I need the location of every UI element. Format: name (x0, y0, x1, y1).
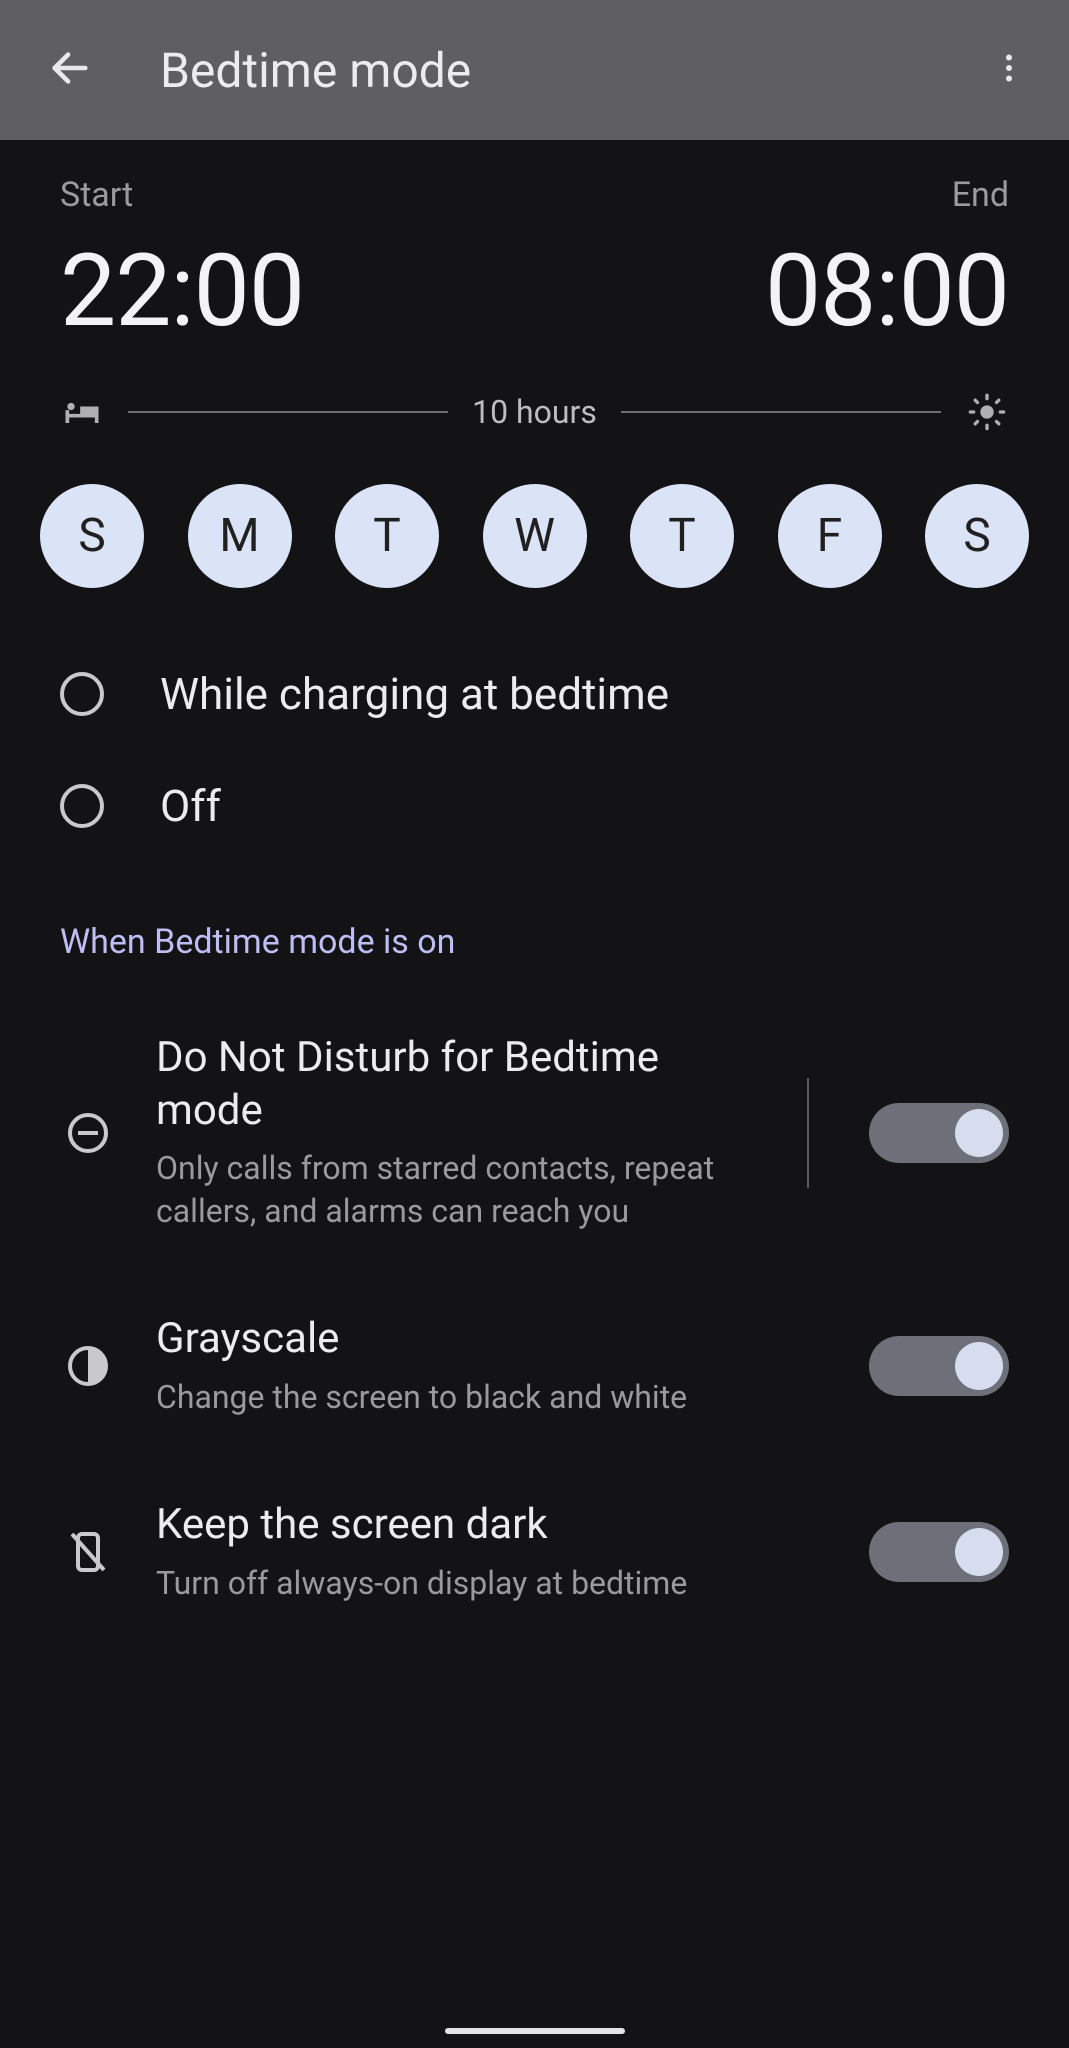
end-label: End (535, 175, 1010, 215)
nav-indicator (445, 2028, 625, 2034)
day-thu[interactable]: T (630, 484, 734, 588)
day-label: T (373, 509, 400, 563)
setting-keep-dark[interactable]: Keep the screen dark Turn off always-on … (0, 1459, 1069, 1645)
day-label: T (668, 509, 695, 563)
end-time-block[interactable]: End 08:00 (535, 175, 1010, 350)
bed-icon (60, 390, 104, 434)
radio-label: Off (160, 780, 221, 832)
days-row: S M T W T F S (0, 464, 1069, 638)
time-row: Start 22:00 End 08:00 (0, 140, 1069, 350)
day-mon[interactable]: M (188, 484, 292, 588)
end-value: 08:00 (535, 233, 1010, 350)
setting-desc: Only calls from starred contacts, repeat… (156, 1147, 716, 1233)
start-time-block[interactable]: Start 22:00 (60, 175, 535, 350)
day-fri[interactable]: F (778, 484, 882, 588)
phone-off-icon (60, 1524, 116, 1580)
day-label: S (78, 509, 105, 563)
day-label: M (219, 509, 259, 563)
radio-icon (60, 672, 104, 716)
dnd-toggle[interactable] (869, 1103, 1009, 1163)
setting-desc: Change the screen to black and white (156, 1376, 716, 1419)
grayscale-toggle[interactable] (869, 1336, 1009, 1396)
more-vert-icon (991, 50, 1027, 90)
day-sat[interactable]: S (925, 484, 1029, 588)
setting-text: Do Not Disturb for Bedtime mode Only cal… (156, 1032, 767, 1233)
toggle-knob (955, 1528, 1003, 1576)
setting-dnd[interactable]: Do Not Disturb for Bedtime mode Only cal… (0, 992, 1069, 1273)
page-title: Bedtime mode (160, 42, 979, 99)
toggle-knob (955, 1342, 1003, 1390)
duration-line-right (621, 411, 941, 413)
section-header: When Bedtime mode is on (0, 862, 1069, 992)
duration-text: 10 hours (472, 393, 597, 431)
day-sun[interactable]: S (40, 484, 144, 588)
arrow-left-icon (47, 45, 93, 95)
keep-dark-toggle[interactable] (869, 1522, 1009, 1582)
dnd-icon (60, 1105, 116, 1161)
toggle-knob (955, 1109, 1003, 1157)
start-value: 22:00 (60, 233, 535, 350)
setting-title: Do Not Disturb for Bedtime mode (156, 1032, 747, 1137)
radio-while-charging[interactable]: While charging at bedtime (0, 638, 1069, 750)
radio-icon (60, 784, 104, 828)
back-button[interactable] (40, 40, 100, 100)
day-label: S (963, 509, 990, 563)
day-wed[interactable]: W (483, 484, 587, 588)
duration-row: 10 hours (0, 350, 1069, 464)
setting-divider (807, 1078, 809, 1188)
radio-off[interactable]: Off (0, 750, 1069, 862)
setting-title: Grayscale (156, 1313, 809, 1366)
day-tue[interactable]: T (335, 484, 439, 588)
setting-grayscale[interactable]: Grayscale Change the screen to black and… (0, 1273, 1069, 1459)
start-label: Start (60, 175, 535, 215)
setting-text: Keep the screen dark Turn off always-on … (156, 1499, 829, 1605)
setting-text: Grayscale Change the screen to black and… (156, 1313, 829, 1419)
day-label: W (514, 509, 555, 563)
radio-label: While charging at bedtime (160, 668, 669, 720)
grayscale-icon (60, 1338, 116, 1394)
setting-title: Keep the screen dark (156, 1499, 809, 1552)
setting-desc: Turn off always-on display at bedtime (156, 1562, 716, 1605)
duration-line-left (128, 411, 448, 413)
day-label: F (817, 509, 842, 563)
app-header: Bedtime mode (0, 0, 1069, 140)
more-menu-button[interactable] (979, 40, 1039, 100)
sun-icon (965, 390, 1009, 434)
